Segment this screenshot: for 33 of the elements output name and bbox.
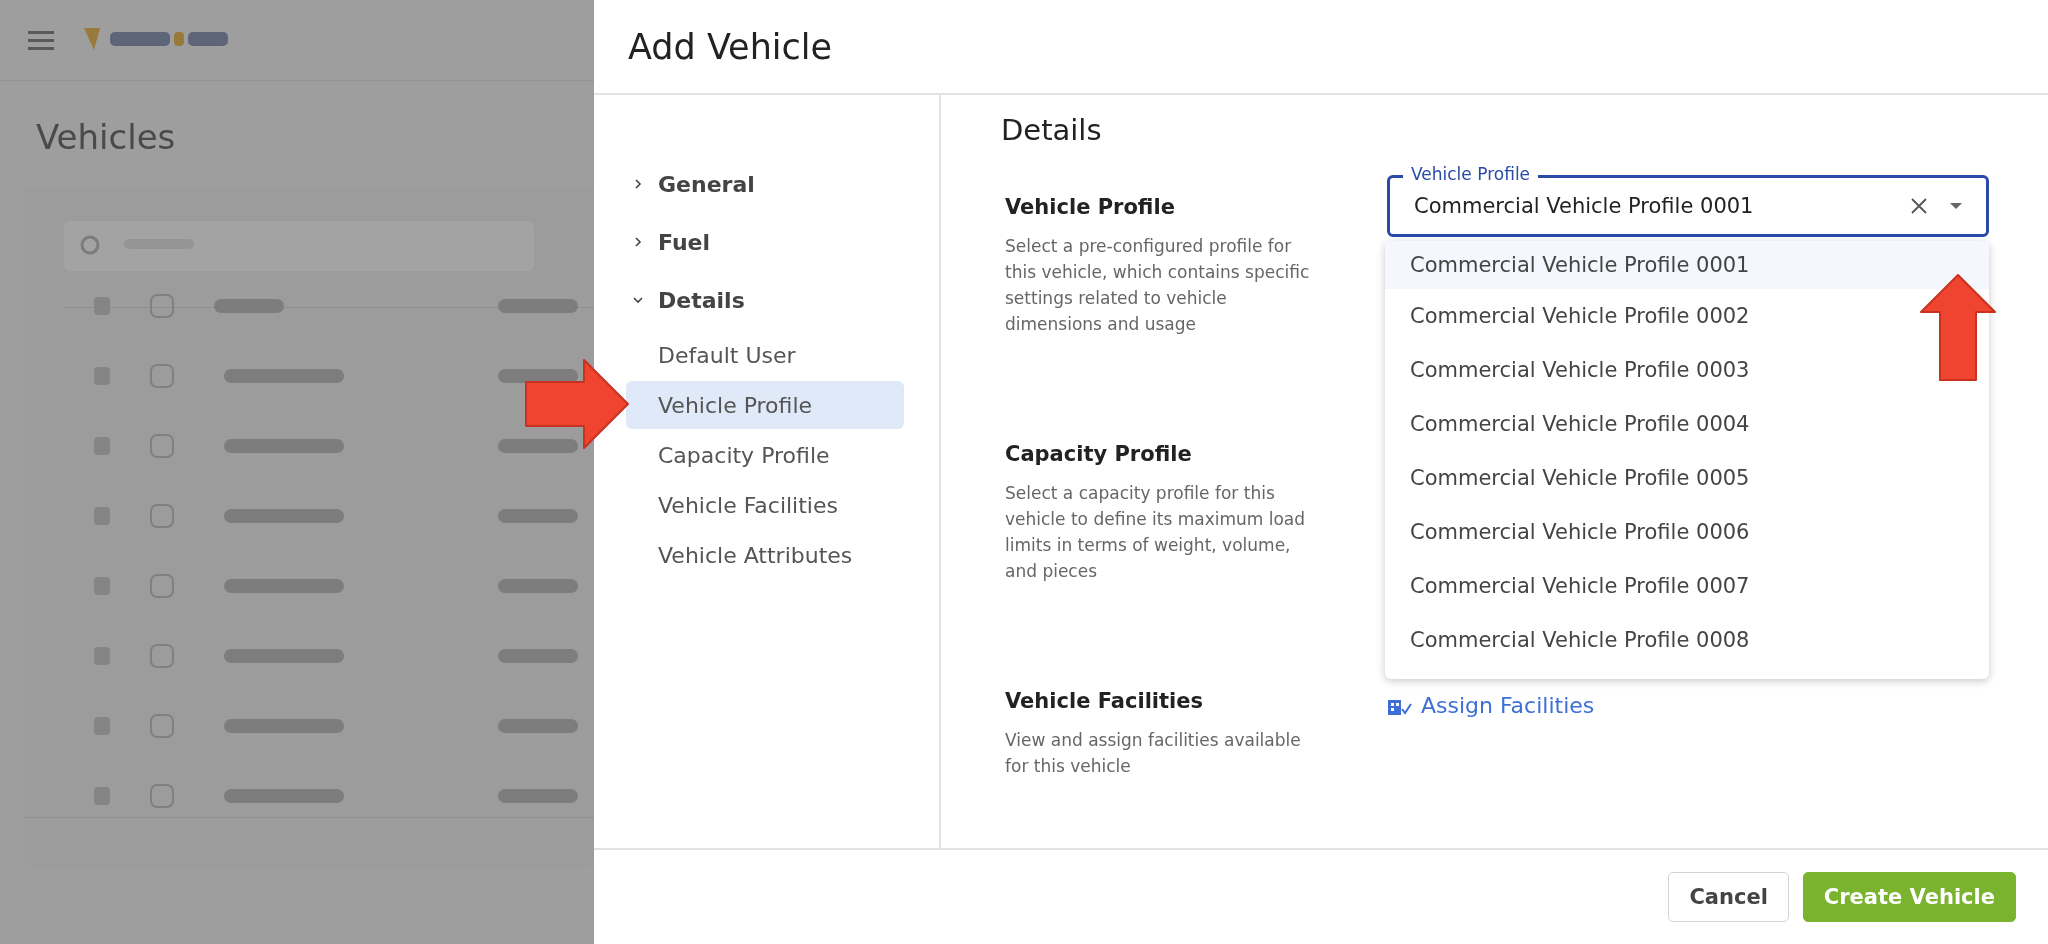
dialog-title: Add Vehicle bbox=[628, 26, 833, 67]
nav-item[interactable]: Vehicle Profile bbox=[626, 381, 904, 429]
section-heading: Details bbox=[1001, 113, 1103, 147]
nav-item[interactable]: Vehicle Facilities bbox=[626, 481, 904, 529]
dropdown-option[interactable]: Commercial Vehicle Profile 0007 bbox=[1385, 559, 1989, 613]
nav-item[interactable]: Default User bbox=[626, 331, 904, 379]
dropdown-option[interactable]: Commercial Vehicle Profile 0001 bbox=[1385, 241, 1989, 289]
caret-icon[interactable] bbox=[1950, 202, 1962, 210]
section-title: Capacity Profile bbox=[1005, 442, 1193, 466]
nav-group[interactable]: Details bbox=[632, 271, 939, 329]
assign-facilities-link[interactable]: Assign Facilities bbox=[1387, 693, 1595, 718]
section-title: Vehicle Profile bbox=[1005, 195, 1176, 219]
chevron-icon bbox=[632, 294, 644, 306]
dropdown-option[interactable]: Commercial Vehicle Profile 0005 bbox=[1385, 451, 1989, 505]
menu-icon bbox=[28, 30, 54, 50]
chevron-icon bbox=[632, 178, 644, 190]
dropdown-option[interactable]: Commercial Vehicle Profile 0003 bbox=[1385, 343, 1989, 397]
section-description: Select a capacity profile for this vehicle to define its maximum load limits in terms of weight, volume, and pieces bbox=[1005, 482, 1307, 583]
dropdown-option[interactable]: Commercial Vehicle Profile 0004 bbox=[1385, 397, 1989, 451]
nav-group[interactable]: Fuel bbox=[632, 213, 939, 271]
chevron-icon bbox=[632, 236, 644, 248]
page-title: Vehicles bbox=[35, 116, 177, 159]
nav-item[interactable]: Vehicle Attributes bbox=[626, 531, 904, 579]
nav-group[interactable]: General bbox=[632, 155, 939, 213]
dropdown-option[interactable]: Commercial Vehicle Profile 0006 bbox=[1385, 505, 1989, 559]
section-description: Select a pre-configured profile for this vehicle, which contains specific settings related to vehicle dimensions and usage bbox=[1005, 235, 1311, 336]
section-title: Vehicle Facilities bbox=[1005, 689, 1204, 713]
section-description: View and assign facilities available for this vehicle bbox=[1005, 729, 1302, 778]
clear-icon[interactable] bbox=[1910, 197, 1928, 215]
dropdown-option[interactable]: Commercial Vehicle Profile 0008 bbox=[1385, 613, 1989, 667]
cancel-button[interactable]: Cancel bbox=[1668, 872, 1789, 922]
dropdown-option[interactable]: Commercial Vehicle Profile 0002 bbox=[1385, 289, 1989, 343]
nav-item[interactable]: Capacity Profile bbox=[626, 431, 904, 479]
